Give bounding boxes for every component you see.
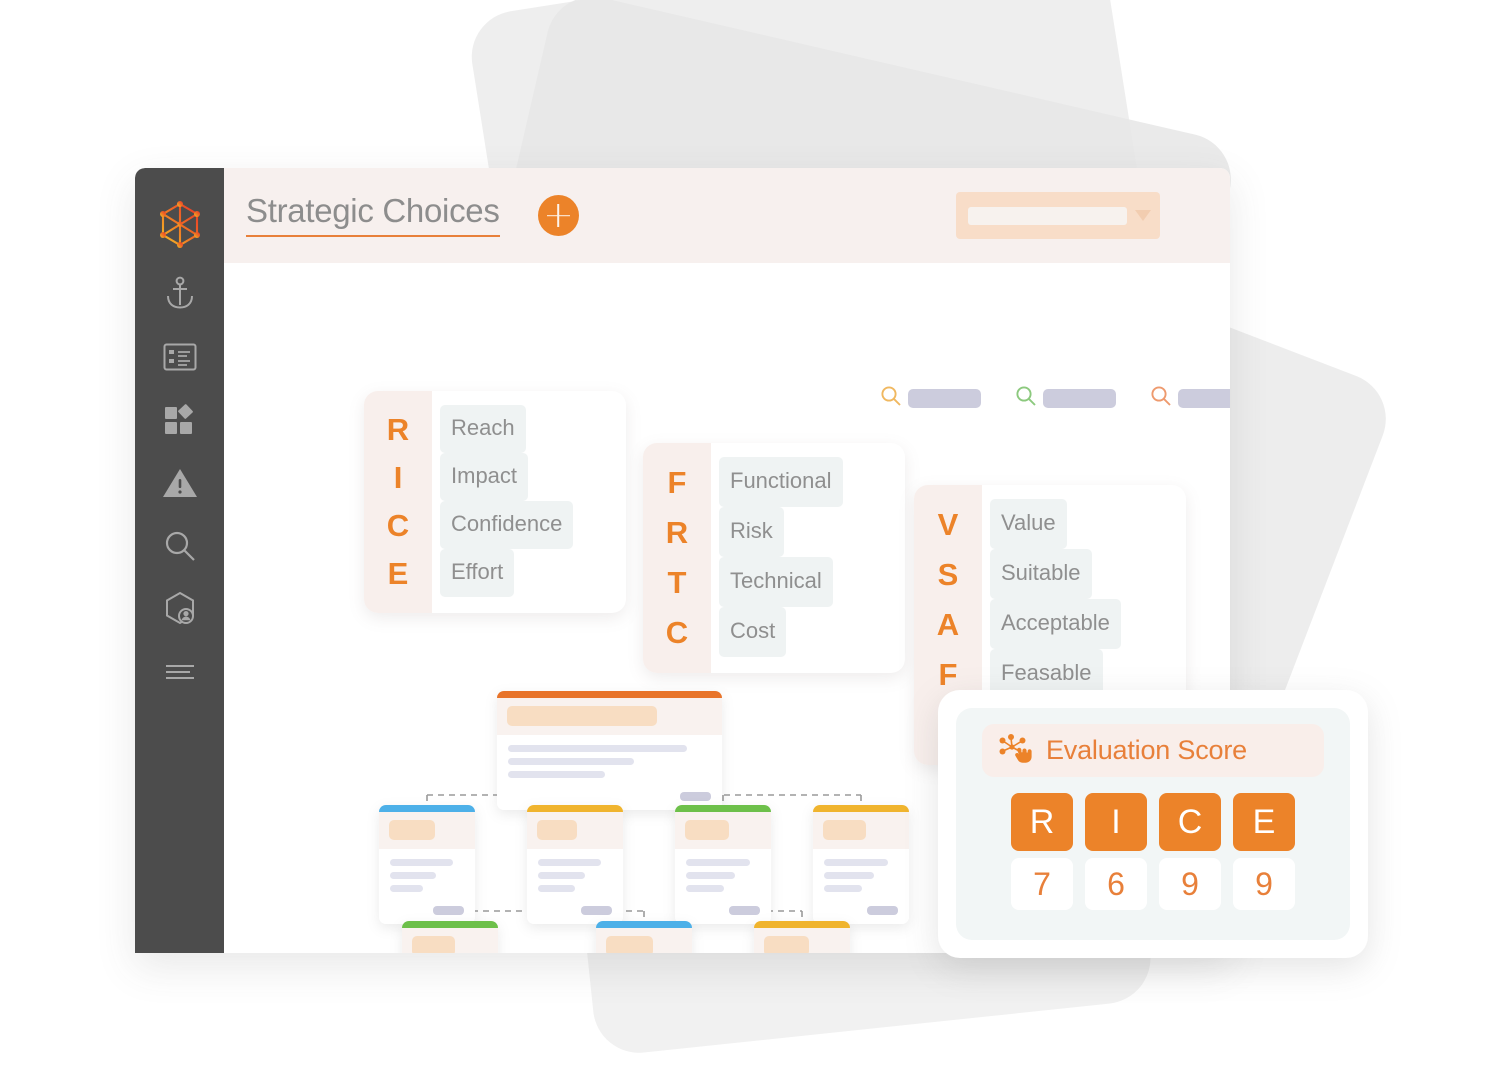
- hex-cube-logo-icon: [157, 200, 203, 255]
- evaluation-value[interactable]: 9: [1233, 858, 1295, 910]
- node-text-line: [538, 872, 586, 879]
- node-text-line: [508, 758, 634, 765]
- node-text-line: [824, 872, 875, 879]
- evaluation-score-header: Evaluation Score: [982, 724, 1324, 777]
- node-accent-bar: [402, 921, 498, 928]
- node-title-placeholder: [389, 820, 435, 840]
- node-accent-bar: [675, 805, 771, 812]
- sidebar-item-search[interactable]: [151, 514, 209, 577]
- node-text-line: [824, 885, 863, 892]
- sidebar-item-menu[interactable]: [151, 640, 209, 703]
- evaluation-value[interactable]: 9: [1159, 858, 1221, 910]
- node-text-line: [390, 885, 424, 892]
- anchor-icon: [163, 276, 197, 312]
- chevron-down-icon: [1135, 210, 1151, 221]
- node-accent-bar: [813, 805, 909, 812]
- list-icon: [163, 343, 197, 371]
- node-header: [754, 928, 850, 953]
- node-header: [596, 928, 692, 953]
- sidebar-item-blocks[interactable]: [151, 388, 209, 451]
- node-body: [527, 849, 623, 906]
- evaluation-score-inner: Evaluation Score R 7 I 6 C 9 E 9: [956, 708, 1350, 940]
- node-tag[interactable]: [729, 906, 760, 915]
- evaluation-letter: I: [1085, 793, 1147, 851]
- tree-node[interactable]: [379, 805, 475, 924]
- node-accent-bar: [379, 805, 475, 812]
- node-accent-bar: [527, 805, 623, 812]
- node-body: [497, 735, 722, 792]
- node-accent-bar: [497, 691, 722, 698]
- node-accent-bar: [596, 921, 692, 928]
- blocks-icon: [163, 403, 197, 436]
- evaluation-score-column: C 9: [1159, 793, 1221, 910]
- node-header: [527, 812, 623, 849]
- node-text-line: [390, 872, 436, 879]
- sidebar-item-anchor[interactable]: [151, 262, 209, 325]
- header-dropdown[interactable]: [956, 192, 1160, 239]
- warning-triangle-icon: [162, 467, 198, 499]
- node-title-placeholder: [537, 820, 577, 840]
- node-text-line: [686, 859, 750, 866]
- tree-node-root[interactable]: [497, 691, 722, 810]
- node-header: [497, 698, 722, 735]
- evaluation-letter: R: [1011, 793, 1073, 851]
- node-text-line: [686, 872, 735, 879]
- tree-node[interactable]: [527, 805, 623, 924]
- node-title-placeholder: [823, 820, 866, 840]
- node-text-line: [508, 745, 687, 752]
- node-title-placeholder: [606, 936, 654, 953]
- node-tag[interactable]: [680, 792, 711, 801]
- node-tag[interactable]: [867, 906, 898, 915]
- node-header: [675, 812, 771, 849]
- app-logo[interactable]: [150, 192, 210, 262]
- node-text-line: [686, 885, 725, 892]
- node-tag[interactable]: [581, 906, 612, 915]
- evaluation-score-column: I 6: [1085, 793, 1147, 910]
- node-text-line: [508, 771, 606, 778]
- screenshot-root: Strategic Choices R I C E Reach Impact C…: [0, 0, 1500, 1074]
- dropdown-value: [968, 206, 1127, 225]
- node-text-line: [824, 859, 888, 866]
- node-accent-bar: [754, 921, 850, 928]
- sidebar-item-warning[interactable]: [151, 451, 209, 514]
- node-text-line: [538, 885, 575, 892]
- sidebar-item-profile[interactable]: [151, 577, 209, 640]
- add-button[interactable]: [537, 195, 579, 236]
- node-text-line: [538, 859, 601, 866]
- sidebar-item-list[interactable]: [151, 325, 209, 388]
- tree-node[interactable]: [402, 921, 498, 953]
- node-header: [379, 812, 475, 849]
- evaluation-value[interactable]: 7: [1011, 858, 1073, 910]
- evaluation-score-column: E 9: [1233, 793, 1295, 910]
- node-header: [402, 928, 498, 953]
- evaluation-letter: E: [1233, 793, 1295, 851]
- node-title-placeholder: [412, 936, 456, 953]
- evaluation-score-title: Evaluation Score: [1046, 735, 1247, 765]
- evaluation-value[interactable]: 6: [1085, 858, 1147, 910]
- node-text-line: [390, 859, 453, 866]
- node-title-placeholder: [507, 706, 657, 726]
- node-title-placeholder: [764, 936, 809, 953]
- node-header: [813, 812, 909, 849]
- node-body: [675, 849, 771, 906]
- sidebar: [135, 168, 224, 953]
- page-title: Strategic Choices: [246, 193, 500, 238]
- evaluation-score-grid: R 7 I 6 C 9 E 9: [974, 777, 1332, 920]
- tree-node[interactable]: [813, 805, 909, 924]
- evaluation-score-column: R 7: [1011, 793, 1073, 910]
- search-icon: [163, 529, 197, 563]
- node-tag[interactable]: [433, 906, 464, 915]
- evaluation-letter: C: [1159, 793, 1221, 851]
- hand-pointer-network-icon: [998, 733, 1034, 768]
- tree-node[interactable]: [675, 805, 771, 924]
- hexagon-user-icon: [162, 591, 198, 627]
- hamburger-menu-icon: [163, 662, 197, 682]
- tree-node[interactable]: [596, 921, 692, 953]
- app-header: Strategic Choices: [224, 168, 1230, 263]
- node-body: [813, 849, 909, 906]
- tree-node[interactable]: [754, 921, 850, 953]
- node-body: [379, 849, 475, 906]
- evaluation-score-card: Evaluation Score R 7 I 6 C 9 E 9: [938, 690, 1368, 958]
- node-title-placeholder: [685, 820, 730, 840]
